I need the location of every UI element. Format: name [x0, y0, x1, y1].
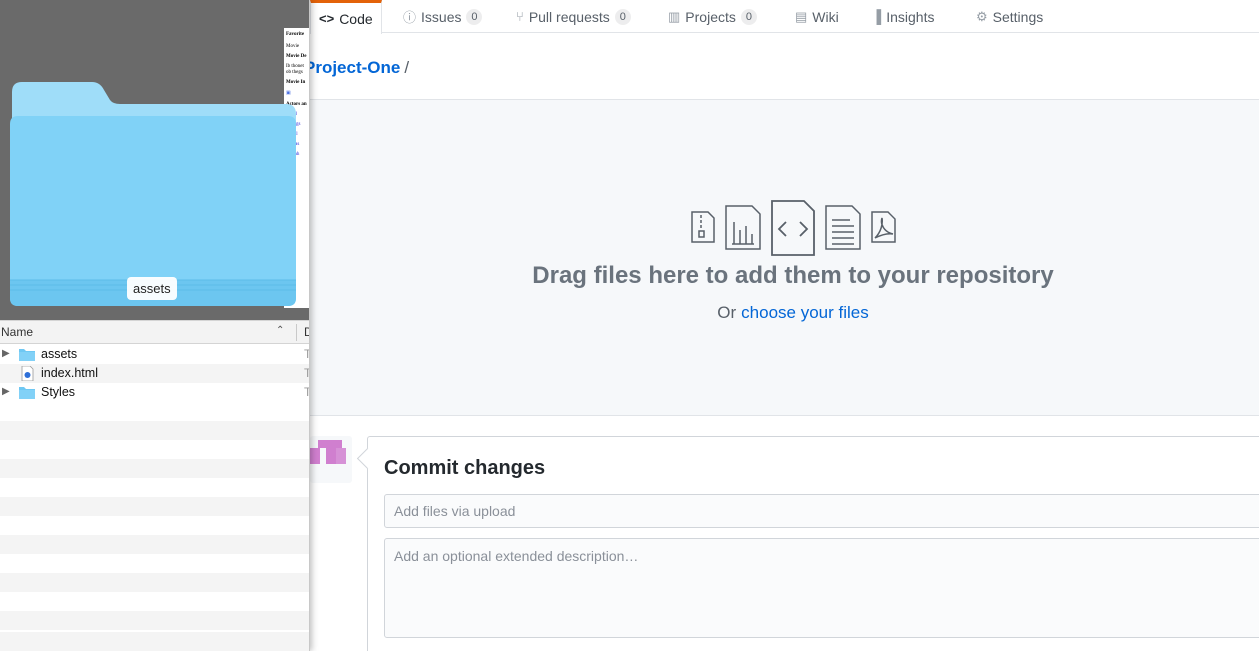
- code-icon: <>: [319, 11, 335, 26]
- sort-ascending-icon[interactable]: ⌃: [276, 325, 284, 336]
- tab-wiki[interactable]: ▤ Wiki: [795, 0, 839, 33]
- tab-pull-requests-label: Pull requests: [528, 8, 610, 25]
- commit-summary-input[interactable]: [384, 494, 1259, 528]
- upload-or-text: Or: [717, 303, 737, 322]
- tab-code-label: Code: [339, 10, 373, 27]
- file-zip-icon: [691, 211, 715, 243]
- tab-wiki-label: Wiki: [812, 8, 839, 25]
- empty-row: [0, 611, 309, 630]
- tab-projects[interactable]: ▥ Projects 0: [668, 0, 757, 33]
- file-code-icon: [771, 200, 815, 256]
- empty-row: [0, 535, 309, 554]
- empty-row: [0, 459, 309, 478]
- graph-icon: ▐: [872, 9, 882, 24]
- tab-projects-label: Projects: [685, 8, 736, 25]
- finder-file-list: ▶ assets T index.html T ▶ Styles T: [0, 345, 309, 651]
- name-column-header[interactable]: Name: [1, 325, 33, 339]
- file-text-icon: [825, 205, 861, 250]
- project-icon: ▥: [668, 8, 681, 24]
- disclosure-triangle-icon[interactable]: ▶: [2, 386, 10, 397]
- upload-subtitle: Or choose your files: [310, 303, 1259, 323]
- empty-row: [0, 573, 309, 592]
- file-kind: T: [304, 366, 309, 380]
- column-divider[interactable]: [296, 324, 297, 341]
- file-name: index.html: [41, 366, 98, 380]
- list-item[interactable]: ▶ assets T: [0, 345, 309, 364]
- repo-link[interactable]: Project-One: [304, 58, 400, 77]
- file-name: assets: [41, 347, 78, 361]
- tab-issues[interactable]: ⓘ Issues 0: [403, 0, 483, 33]
- pull-request-icon: ⑂: [516, 9, 524, 24]
- breadcrumb: Project-One /: [304, 58, 409, 78]
- upload-dropzone[interactable]: Drag files here to add them to your repo…: [310, 99, 1259, 416]
- preview-folder-label: assets: [127, 277, 177, 300]
- choose-files-link[interactable]: choose your files: [741, 303, 869, 322]
- gear-icon: ⚙: [976, 8, 988, 24]
- folder-preview-icon: [10, 82, 296, 306]
- file-name: Styles: [41, 385, 76, 399]
- book-icon: ▤: [795, 8, 808, 24]
- projects-counter: 0: [740, 8, 757, 25]
- file-kind: T: [304, 347, 309, 361]
- file-pdf-icon: [871, 211, 896, 243]
- list-item[interactable]: index.html T: [0, 364, 309, 383]
- tab-issues-label: Issues: [421, 8, 462, 25]
- pull-requests-counter: 0: [614, 8, 631, 25]
- empty-row: [0, 497, 309, 516]
- issues-counter: 0: [466, 8, 483, 25]
- folder-icon: [19, 387, 35, 399]
- list-item[interactable]: ▶ Styles T: [0, 383, 309, 402]
- tab-insights[interactable]: ▐ Insights: [872, 0, 934, 33]
- empty-row: [0, 421, 309, 440]
- file-type-icons: [691, 200, 896, 256]
- folder-icon: [19, 349, 35, 361]
- file-kind: T: [304, 385, 309, 399]
- tab-settings[interactable]: ⚙ Settings: [976, 0, 1043, 33]
- commit-description-input[interactable]: [384, 538, 1259, 638]
- empty-row: [0, 632, 309, 651]
- next-column-header[interactable]: D: [304, 325, 309, 339]
- finder-window: Favorite Movie Movie De Ib thonet ob the…: [0, 0, 310, 651]
- commit-title: Commit changes: [384, 457, 546, 479]
- identicon: [310, 440, 346, 464]
- breadcrumb-separator: /: [404, 58, 410, 77]
- upload-title: Drag files here to add them to your repo…: [532, 262, 1054, 289]
- avatar: [310, 436, 352, 483]
- finder-list-header: Name ⌃ D: [0, 320, 309, 344]
- commit-form: Commit changes: [367, 436, 1259, 651]
- issue-icon: ⓘ: [403, 10, 417, 25]
- file-chart-icon: [725, 205, 761, 250]
- finder-preview-pane: Favorite Movie Movie De Ib thonet ob the…: [0, 0, 309, 320]
- tab-pull-requests[interactable]: ⑂ Pull requests 0: [516, 0, 631, 33]
- tab-settings-label: Settings: [992, 8, 1044, 25]
- tab-code[interactable]: <> Code: [310, 0, 382, 34]
- tab-insights-label: Insights: [886, 8, 935, 25]
- html-file-icon: [21, 366, 34, 381]
- disclosure-triangle-icon[interactable]: ▶: [2, 348, 10, 359]
